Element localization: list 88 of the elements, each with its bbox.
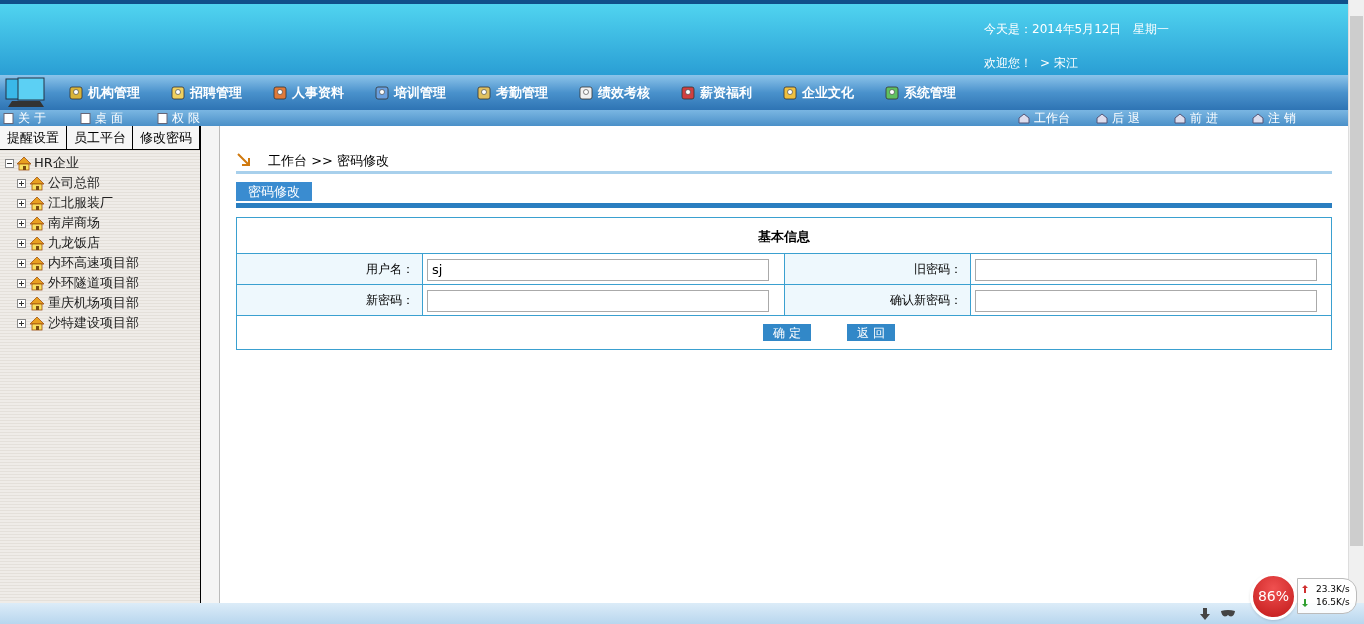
nav-item[interactable]: 人事资料 <box>272 82 374 103</box>
toolbar-link[interactable]: 注 销 <box>1252 109 1330 127</box>
download-speed: 16.5K/s <box>1316 596 1350 609</box>
house-icon <box>29 255 45 271</box>
weekday-text: 星期一 <box>1133 21 1170 38</box>
nav-item[interactable]: 机构管理 <box>68 82 170 103</box>
breadcrumb: 工作台 >> 密码修改 <box>268 151 390 170</box>
toolbar-link[interactable]: 桌 面 <box>77 109 154 127</box>
page-icon <box>3 112 14 124</box>
field-label: 新密码： <box>366 293 414 307</box>
expand-icon[interactable] <box>17 258 26 268</box>
nav-item[interactable]: 薪资福利 <box>680 82 782 103</box>
toolbar-link[interactable]: 关 于 <box>0 109 77 127</box>
nav-icon <box>170 84 186 101</box>
welcome-text: 欢迎您！ <box>984 55 1032 72</box>
house-icon <box>16 155 32 171</box>
nav-icon <box>68 84 84 101</box>
house-icon <box>29 295 45 311</box>
house-icon <box>29 195 45 211</box>
download-arrow-icon <box>1302 598 1308 607</box>
toolbar-link[interactable]: 工作台 <box>1018 109 1096 127</box>
toolbar-icon <box>1174 112 1186 124</box>
toolbar-link[interactable]: 后 退 <box>1096 109 1174 127</box>
download-icon[interactable] <box>1198 606 1212 621</box>
expand-icon[interactable] <box>17 298 26 308</box>
expand-icon[interactable] <box>17 198 26 208</box>
mask-icon[interactable] <box>1220 608 1236 619</box>
date-text: 今天是：2014年5月12日 <box>984 21 1122 38</box>
field-label: 旧密码： <box>913 262 962 276</box>
nav-item[interactable]: 考勤管理 <box>476 82 578 103</box>
nav-item[interactable]: 系统管理 <box>884 82 986 103</box>
nav-item[interactable]: 培训管理 <box>374 82 476 103</box>
tree-item[interactable]: HR企业 <box>34 153 79 173</box>
nav-icon <box>782 84 798 101</box>
form-title: 基本信息 <box>758 228 810 244</box>
input-field[interactable] <box>974 289 1317 312</box>
house-icon <box>29 235 45 251</box>
form-button[interactable]: 返 回 <box>847 324 895 341</box>
upload-arrow-icon <box>1302 585 1308 594</box>
toolbar-icon <box>1018 112 1030 124</box>
tree-item[interactable]: 江北服装厂 <box>48 193 113 213</box>
input-field[interactable]: sj <box>427 258 769 281</box>
house-icon <box>29 215 45 231</box>
field-label: 用户名： <box>366 262 414 276</box>
sidebar-tab[interactable]: 员工平台 <box>66 126 134 149</box>
toolbar-link[interactable]: 权 限 <box>154 109 231 127</box>
nav-item[interactable]: 招聘管理 <box>170 82 272 103</box>
house-icon <box>29 275 45 291</box>
expand-icon[interactable] <box>17 238 26 248</box>
computer-icon <box>4 76 48 109</box>
tree-item[interactable]: 南岸商场 <box>48 213 100 233</box>
section-tab[interactable]: 密码修改 <box>236 182 312 201</box>
nav-icon <box>476 84 492 101</box>
nav-item[interactable]: 企业文化 <box>782 82 884 103</box>
house-icon <box>29 175 45 191</box>
tree-item[interactable]: 公司总部 <box>48 173 100 193</box>
user-name: > 宋江 <box>1040 55 1078 72</box>
arrow-icon <box>236 152 252 168</box>
sidebar-tab[interactable]: 提醒设置 <box>0 126 67 149</box>
upload-speed: 23.3K/s <box>1316 582 1350 596</box>
tree-item[interactable]: 内环高速项目部 <box>48 253 139 273</box>
input-field[interactable] <box>427 289 769 312</box>
nav-icon <box>272 84 288 101</box>
toolbar-icon <box>1252 112 1264 124</box>
nav-icon <box>680 84 696 101</box>
tree-item[interactable]: 九龙饭店 <box>48 233 100 253</box>
page-icon <box>157 112 168 124</box>
tree-item[interactable]: 沙特建设项目部 <box>48 313 139 333</box>
page-icon <box>80 112 91 124</box>
expand-icon[interactable] <box>17 218 26 228</box>
tree-item[interactable]: 重庆机场项目部 <box>48 293 139 313</box>
input-field[interactable] <box>974 258 1317 281</box>
nav-icon <box>374 84 390 101</box>
collapse-icon[interactable] <box>5 158 14 168</box>
expand-icon[interactable] <box>17 178 26 188</box>
tree-item[interactable]: 外环隧道项目部 <box>48 273 139 293</box>
field-label: 确认新密码： <box>889 293 962 307</box>
scrollbar[interactable] <box>1348 0 1364 603</box>
sidebar-tab[interactable]: 修改密码 <box>133 126 200 149</box>
nav-icon <box>578 84 594 101</box>
house-icon <box>29 315 45 331</box>
form-button[interactable]: 确 定 <box>763 324 811 341</box>
toolbar-icon <box>1096 112 1108 124</box>
expand-icon[interactable] <box>17 278 26 288</box>
expand-icon[interactable] <box>17 318 26 328</box>
nav-icon <box>884 84 900 101</box>
nav-item[interactable]: 绩效考核 <box>578 82 680 103</box>
toolbar-link[interactable]: 前 进 <box>1174 109 1252 127</box>
